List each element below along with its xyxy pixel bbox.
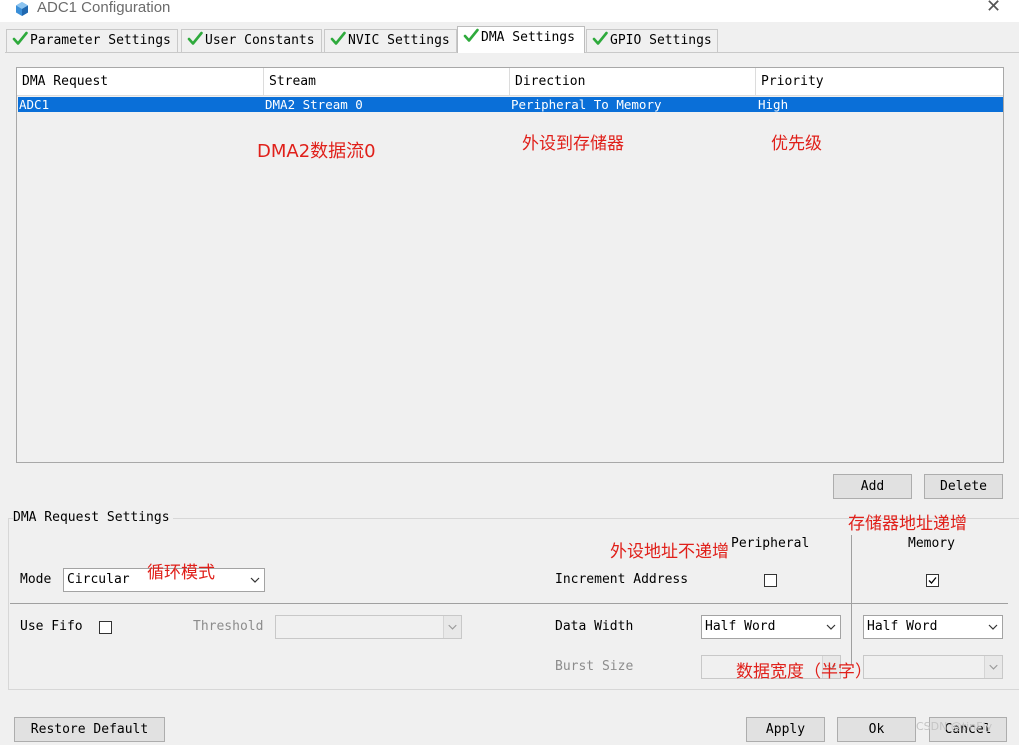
use-fifo-label: Use Fifo [20, 619, 83, 634]
settings-divider-vertical [851, 535, 852, 665]
data-width-peripheral-select[interactable]: Half Word [701, 615, 841, 639]
tab-dma-settings[interactable]: DMA Settings [457, 26, 585, 53]
tab-user-constants[interactable]: User Constants [181, 29, 322, 52]
column-header-priority[interactable]: Priority [756, 68, 1003, 96]
column-header-dma-request[interactable]: DMA Request [17, 68, 264, 96]
tab-label: Parameter Settings [30, 33, 171, 48]
dma-request-table[interactable]: DMA Request Stream Direction Priority AD… [16, 67, 1004, 463]
burst-size-label: Burst Size [555, 659, 634, 674]
annotation-priority: 优先级 [771, 134, 822, 154]
settings-group-title: DMA Request Settings [13, 510, 173, 525]
tab-label: NVIC Settings [348, 33, 450, 48]
ok-button[interactable]: Ok [837, 717, 916, 742]
window-title: ADC1 Configuration [37, 0, 171, 16]
data-width-label: Data Width [555, 619, 634, 634]
increment-peripheral-checkbox[interactable] [764, 574, 777, 587]
close-icon[interactable]: ✕ [986, 0, 1001, 18]
data-width-memory-select[interactable]: Half Word [863, 615, 1003, 639]
chevron-down-icon [443, 616, 461, 638]
use-fifo-checkbox[interactable] [99, 621, 112, 634]
cell-priority: High [758, 97, 789, 112]
increment-memory-checkbox[interactable] [926, 574, 939, 587]
tab-label: DMA Settings [481, 30, 575, 45]
data-width-peripheral-value: Half Word [705, 619, 776, 634]
table-row[interactable]: ADC1 DMA2 Stream 0 Peripheral To Memory … [18, 97, 1003, 112]
cell-dma-request: ADC1 [19, 97, 50, 112]
mode-label: Mode [20, 572, 52, 587]
column-header-stream[interactable]: Stream [264, 68, 510, 96]
peripheral-column-header: Peripheral [731, 536, 810, 551]
threshold-label: Threshold [193, 619, 264, 634]
tab-parameter-settings[interactable]: Parameter Settings [6, 29, 178, 52]
delete-button[interactable]: Delete [924, 474, 1003, 499]
threshold-select[interactable] [275, 615, 462, 639]
check-icon [592, 31, 608, 45]
tab-label: GPIO Settings [610, 33, 712, 48]
chevron-down-icon [988, 624, 998, 630]
annotation-stream: DMA2数据流0 [257, 141, 376, 162]
checkmark-icon [928, 577, 937, 584]
increment-address-label: Increment Address [555, 572, 689, 587]
check-icon [187, 31, 203, 45]
annotation-memory-increment: 存储器地址递增 [848, 514, 967, 534]
annotation-peripheral-increment: 外设地址不递增 [610, 542, 729, 562]
cell-stream: DMA2 Stream 0 [265, 97, 363, 112]
tab-label: User Constants [205, 33, 315, 48]
app-cube-icon [16, 2, 28, 16]
chevron-down-icon [826, 624, 836, 630]
chevron-down-icon [984, 656, 1002, 678]
check-icon [12, 31, 28, 45]
memory-column-header: Memory [908, 536, 955, 551]
mode-select-value: Circular [67, 572, 130, 587]
annotation-data-width: 数据宽度（半字） [736, 662, 872, 682]
watermark-text: CSDN @tinFly [916, 720, 993, 733]
check-icon [463, 28, 479, 42]
annotation-direction: 外设到存储器 [522, 134, 624, 154]
check-icon [330, 31, 346, 45]
tab-nvic-settings[interactable]: NVIC Settings [324, 29, 457, 52]
cell-direction: Peripheral To Memory [511, 97, 662, 112]
restore-default-button[interactable]: Restore Default [14, 717, 165, 742]
annotation-mode: 循环模式 [147, 563, 215, 583]
burst-memory-select[interactable] [863, 655, 1003, 679]
settings-divider-horizontal [10, 603, 1008, 604]
tab-gpio-settings[interactable]: GPIO Settings [586, 29, 718, 52]
chevron-down-icon [250, 577, 260, 583]
apply-button[interactable]: Apply [746, 717, 825, 742]
add-button[interactable]: Add [833, 474, 912, 499]
data-width-memory-value: Half Word [867, 619, 938, 634]
column-header-direction[interactable]: Direction [510, 68, 756, 96]
